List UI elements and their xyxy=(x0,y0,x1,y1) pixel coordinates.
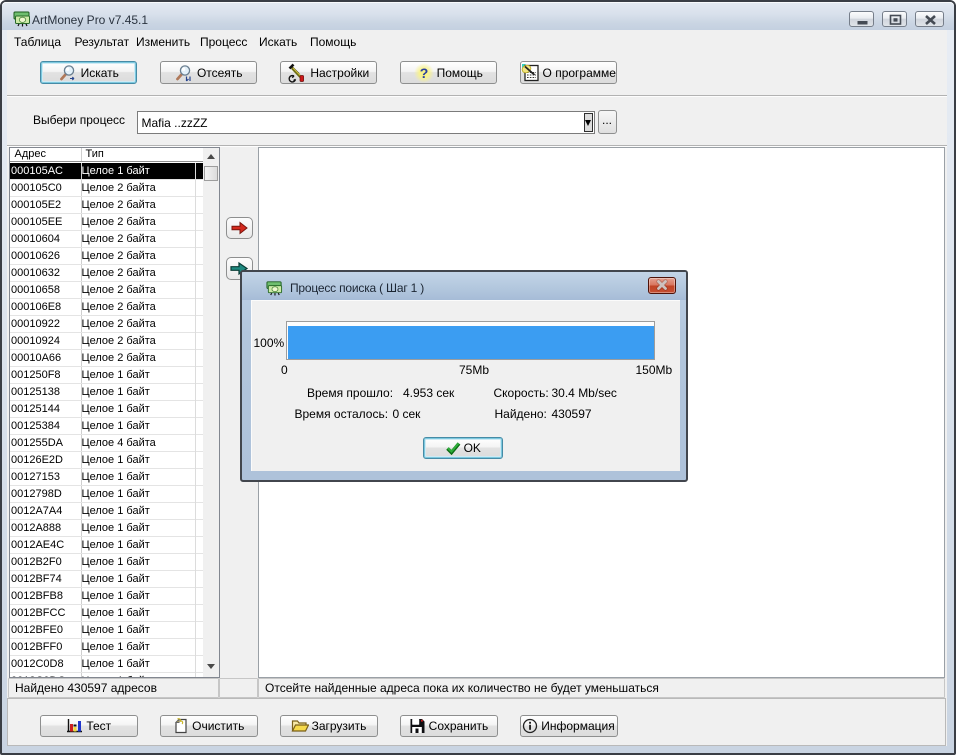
svg-text:?: ? xyxy=(419,65,428,81)
